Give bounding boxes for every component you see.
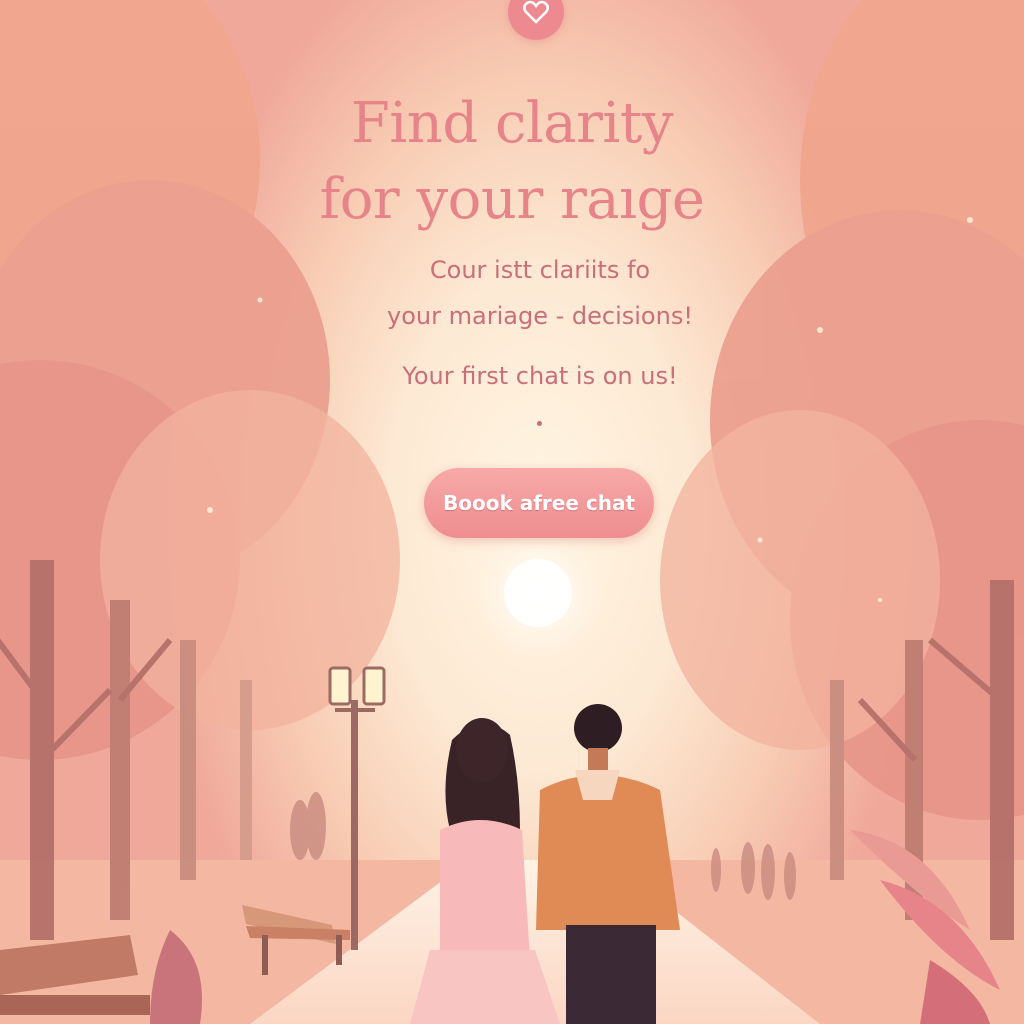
decorative-dot xyxy=(537,421,542,426)
book-free-chat-button[interactable]: Boook afree chat xyxy=(424,468,654,538)
headline-line-2: for your raıge xyxy=(319,167,705,232)
headline-line-1: Find clarity xyxy=(351,91,673,156)
promo-text: Your first chat is on us! xyxy=(402,362,678,390)
subtitle-line-1: Cour istt clariits fo xyxy=(429,256,651,284)
heart-icon xyxy=(523,0,549,24)
subtitle-line-2: your mariage - decisions! xyxy=(387,302,693,330)
